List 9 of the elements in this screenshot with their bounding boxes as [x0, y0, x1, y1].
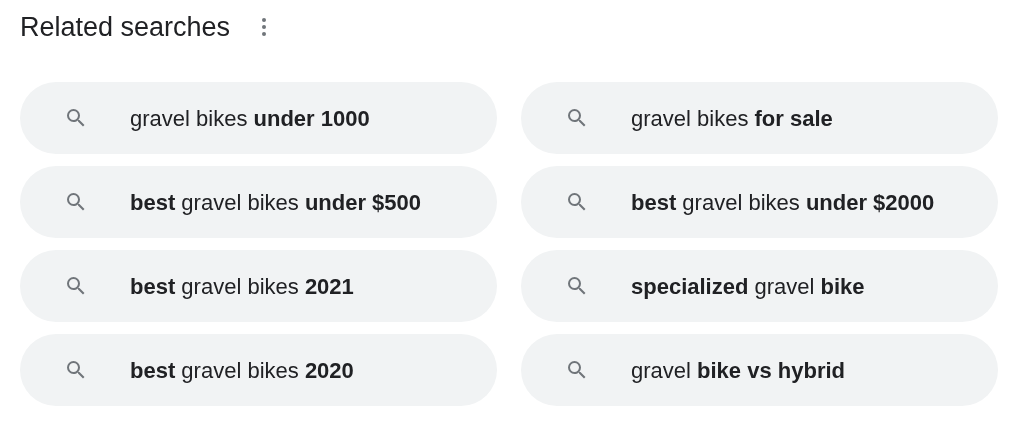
search-suggestion[interactable]: best gravel bikes under $500 [20, 166, 497, 238]
search-suggestion[interactable]: gravel bikes under 1000 [20, 82, 497, 154]
section-title: Related searches [20, 11, 231, 44]
search-suggestion[interactable]: best gravel bikes under $2000 [521, 166, 998, 238]
search-suggestion[interactable]: gravel bike vs hybrid [521, 334, 998, 406]
search-suggestion[interactable]: specialized gravel bike [521, 250, 998, 322]
search-suggestion[interactable]: best gravel bikes 2021 [20, 250, 497, 322]
search-suggestion[interactable]: gravel bikes for sale [521, 82, 998, 154]
search-suggestion[interactable]: best gravel bikes 2020 [20, 334, 497, 406]
